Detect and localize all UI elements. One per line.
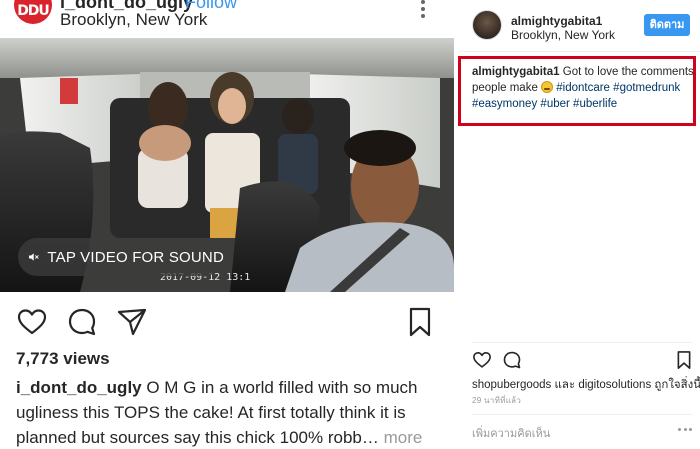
post-location[interactable]: Brooklyn, New York: [60, 10, 207, 30]
post-comment: almightygabita1 Got to love the comments…: [472, 64, 694, 112]
post-timestamp: 29 นาทีที่แล้ว: [472, 396, 522, 405]
bookmark-icon[interactable]: [674, 350, 694, 370]
comment-icon[interactable]: [502, 350, 522, 370]
desktop-post-header: almightygabita1 Brooklyn, New York ติดตา…: [458, 0, 700, 52]
desktop-action-bar: [458, 348, 700, 372]
post-location[interactable]: Brooklyn, New York: [511, 28, 615, 42]
post-video[interactable]: 2017-09-12 13:1 TAP VIDEO FOR SOUND: [0, 38, 454, 292]
hashtag-link[interactable]: #uber: [540, 98, 569, 110]
hashtag-link[interactable]: #easymoney: [472, 98, 537, 110]
liked-by-text[interactable]: shopubergoods และ digitosolutions ถูกใจส…: [472, 376, 700, 394]
more-options-icon[interactable]: [416, 0, 430, 18]
heart-icon[interactable]: [472, 350, 492, 370]
mobile-post-panel: DDU i_dont_do_ugly Follow Brooklyn, New …: [0, 0, 454, 449]
post-caption: i_dont_do_ugly O M G in a world filled w…: [16, 375, 446, 449]
comment-icon[interactable]: [66, 306, 98, 338]
divider: [472, 342, 692, 343]
bookmark-icon[interactable]: [404, 306, 436, 338]
view-count: 7,773 views: [16, 349, 110, 368]
hashtag-link[interactable]: #uberlife: [573, 98, 617, 110]
caption-username[interactable]: i_dont_do_ugly: [16, 378, 142, 397]
speaker-muted-icon: [29, 253, 39, 261]
avatar[interactable]: DDU: [14, 0, 52, 24]
hashtag-link[interactable]: #idontcare: [556, 82, 610, 94]
heart-icon[interactable]: [16, 306, 48, 338]
hashtag-link[interactable]: #gotmedrunk: [613, 82, 680, 94]
add-comment-input[interactable]: เพิ่มความคิดเห็น: [472, 424, 550, 442]
drunk-face-emoji-icon: [541, 81, 554, 93]
share-icon[interactable]: [116, 306, 148, 338]
more-options-icon[interactable]: [678, 424, 692, 434]
comment-username[interactable]: almightygabita1: [472, 66, 560, 78]
tap-for-sound-button[interactable]: TAP VIDEO FOR SOUND: [18, 238, 224, 276]
divider: [472, 414, 692, 415]
mobile-action-bar: [0, 300, 454, 342]
avatar[interactable]: [472, 10, 502, 40]
sound-label: TAP VIDEO FOR SOUND: [47, 248, 224, 266]
caption-more-link[interactable]: more: [379, 428, 423, 447]
follow-button[interactable]: ติดตาม: [644, 14, 690, 36]
post-username[interactable]: almightygabita1: [511, 14, 602, 28]
mobile-post-header: DDU i_dont_do_ugly Follow Brooklyn, New …: [0, 0, 454, 34]
desktop-post-panel: almightygabita1 Brooklyn, New York ติดตา…: [458, 0, 700, 449]
